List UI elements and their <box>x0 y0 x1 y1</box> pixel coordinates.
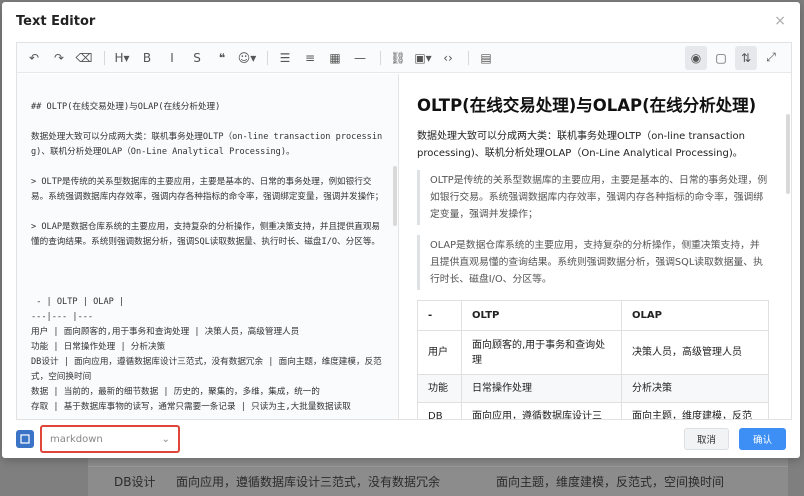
table-cell: 决策人员，高级管理人员 <box>621 330 769 375</box>
redo-icon[interactable]: ↷ <box>48 46 70 70</box>
italic-icon[interactable]: I <box>161 46 183 70</box>
table-row: 用户 面向顾客的,用于事务和查询处理 决策人员，高级管理人员 <box>417 330 769 375</box>
table-header-row: - OLTP OLAP <box>417 300 769 331</box>
link-icon[interactable]: ⛓ <box>387 46 409 70</box>
language-icon <box>16 430 34 448</box>
image-icon[interactable]: ▣▾ <box>412 46 434 70</box>
source-text[interactable]: ## OLTP(在线交易处理)与OLAP(在线分析处理) 数据处理大致可以分成两… <box>17 74 398 415</box>
table-cell: 面向主题，维度建模，反范式，空间换时间 <box>621 402 769 419</box>
toolbar-right: ◉ ▢ ⇅ ⤢ <box>685 45 785 70</box>
table-row: 功能 日常操作处理 分析决策 <box>417 374 769 403</box>
table-cell: 面向应用，遵循数据库设计三范式，没有数据冗余 <box>461 402 622 419</box>
table-icon[interactable]: ▦ <box>324 46 346 70</box>
language-select-value: markdown <box>50 433 103 445</box>
code-icon[interactable]: ‹› <box>437 46 459 70</box>
hr-icon[interactable]: — <box>349 46 371 70</box>
table-cell: 日常操作处理 <box>461 374 622 403</box>
preview-paragraph: 数据处理大致可以分成两大类：联机事务处理OLTP（on-line transac… <box>417 131 745 159</box>
bold-icon[interactable]: B <box>136 46 158 70</box>
preview-blockquote: OLTP是传统的关系型数据库的主要应用，主要是基本的、日常的事务处理，例如银行交… <box>417 170 769 225</box>
toolbar-separator <box>380 50 381 65</box>
table-row: DB设计 面向应用，遵循数据库设计三范式，没有数据冗余 面向主题，维度建模，反范… <box>417 402 769 419</box>
fullscreen-icon[interactable]: ⤢ <box>760 46 782 70</box>
background-cell: 面向主题，维度建模，反范式，空间换时间 <box>496 475 725 489</box>
modal-header: Text Editor × <box>2 2 800 40</box>
cancel-button[interactable]: 取消 <box>683 428 729 450</box>
preview-pane: OLTP(在线交易处理)与OLAP(在线分析处理) 数据处理大致可以分成两大类：… <box>399 74 791 419</box>
preview-icon[interactable]: ◉ <box>685 45 707 70</box>
modal-footer: markdown ⌄ 取消 确认 <box>16 425 786 453</box>
sync-scroll-icon[interactable]: ⇅ <box>735 45 757 70</box>
undo-icon[interactable]: ↶ <box>23 46 45 70</box>
editor-toolbar: ↶ ↷ ⌫ H▾ B I S ❝ ☺▾ ☰ ≡ ▦ — ⛓ ▣▾ ‹› ▤ ◉ ▢ ⇅ ⤢ <box>17 43 791 73</box>
table-header-cell: - <box>417 300 462 331</box>
preview-table: - OLTP OLAP 用户 面向顾客的,用于事务和查询处理 决策人员，高级管理… <box>417 300 769 419</box>
toolbar-separator <box>468 50 469 65</box>
text-editor-modal: Text Editor × ↶ ↷ ⌫ H▾ B I S ❝ ☺▾ ☰ ≡ ▦ — ⛓ ▣▾ ‹› ▤ ◉ ▢ ⇅ ⤢ … <box>2 2 800 458</box>
background-cell: DB设计 <box>114 475 156 489</box>
preview-scrollbar[interactable] <box>786 114 790 194</box>
toolbar-separator <box>104 50 105 65</box>
markdown-editor: ↶ ↷ ⌫ H▾ B I S ❝ ☺▾ ☰ ≡ ▦ — ⛓ ▣▾ ‹› ▤ ◉ ▢ ⇅ ⤢ ## OLTP(在线交易处理… <box>16 42 792 420</box>
emoji-icon[interactable]: ☺▾ <box>236 46 258 70</box>
table-header-cell: OLAP <box>621 300 769 331</box>
language-select[interactable]: markdown ⌄ <box>40 425 180 453</box>
heading-icon[interactable]: H▾ <box>111 46 133 70</box>
preview-heading: OLTP(在线交易处理)与OLAP(在线分析处理) <box>417 96 757 115</box>
preview-blockquote: OLAP是数据仓库系统的主要应用，支持复杂的分析操作，侧重决策支持，并且提供直观… <box>417 235 769 290</box>
source-scrollbar[interactable] <box>393 166 397 226</box>
background-cell: 面向应用，遵循数据库设计三范式，没有数据冗余 <box>176 475 441 489</box>
split-icon[interactable]: ▢ <box>710 46 732 70</box>
source-pane[interactable]: ## OLTP(在线交易处理)与OLAP(在线分析处理) 数据处理大致可以分成两… <box>17 74 399 419</box>
ordered-list-icon[interactable]: ≡ <box>299 46 321 70</box>
editor-panes: ## OLTP(在线交易处理)与OLAP(在线分析处理) 数据处理大致可以分成两… <box>17 74 791 419</box>
background-row: DB设计 面向应用，遵循数据库设计三范式，没有数据冗余 面向主题，维度建模，反范式，… <box>88 466 788 496</box>
table-cell: 面向顾客的,用于事务和查询处理 <box>461 330 622 375</box>
table-cell: 分析决策 <box>621 374 769 403</box>
toolbar-separator <box>267 50 268 65</box>
strikethrough-icon[interactable]: S <box>186 46 208 70</box>
confirm-button[interactable]: 确认 <box>738 428 786 450</box>
table-cell: 用户 <box>417 330 462 375</box>
table-cell: DB设计 <box>417 402 462 419</box>
chevron-down-icon: ⌄ <box>161 433 170 445</box>
table-cell: 功能 <box>417 374 462 403</box>
close-icon[interactable]: × <box>774 13 786 29</box>
quote-icon[interactable]: ❝ <box>211 46 233 70</box>
bullet-list-icon[interactable]: ☰ <box>274 46 296 70</box>
eraser-icon[interactable]: ⌫ <box>73 46 95 70</box>
save-icon[interactable]: ▤ <box>475 46 497 70</box>
modal-title: Text Editor <box>16 13 96 29</box>
table-header-cell: OLTP <box>461 300 622 331</box>
